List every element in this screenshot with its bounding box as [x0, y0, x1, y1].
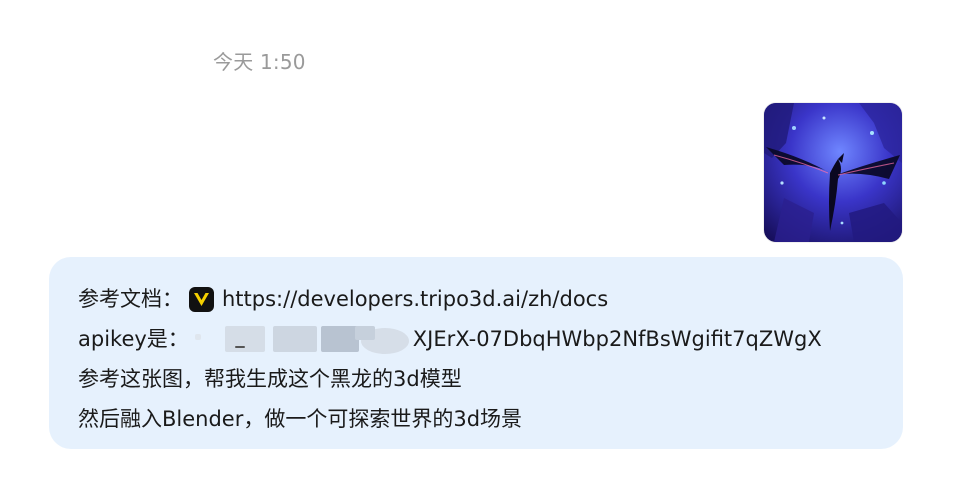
attached-image[interactable] — [764, 103, 902, 242]
apikey-visible-text: XJErX-07DbqHWbp2NfBsWgifit7qZWgX — [412, 327, 822, 351]
message-line-docs: 参考文档： https://developers.tripo3d.ai/zh/d… — [78, 279, 903, 319]
message-line-apikey: apikey是： XJErX-07DbqHWbp2NfBsWgifit7qZWg… — [78, 319, 903, 359]
apikey-label: apikey是： — [78, 327, 189, 351]
chat-view: 今天 1:50 参考文档： https://developers.tripo3d… — [0, 0, 960, 477]
message-line-4: 然后融入Blender，做一个可探索世界的3d场景 — [78, 407, 523, 431]
docs-label: 参考文档： — [78, 287, 183, 311]
dragon-image-icon — [764, 103, 902, 242]
message-timestamp: 今天 1:50 — [213, 50, 306, 74]
message-bubble: 参考文档： https://developers.tripo3d.ai/zh/d… — [49, 257, 903, 449]
docs-link[interactable]: https://developers.tripo3d.ai/zh/docs — [222, 279, 608, 319]
message-line-3: 参考这张图，帮我生成这个黑龙的3d模型 — [78, 367, 462, 391]
tripo-app-icon — [189, 286, 214, 312]
redacted-key-blur — [194, 324, 413, 354]
